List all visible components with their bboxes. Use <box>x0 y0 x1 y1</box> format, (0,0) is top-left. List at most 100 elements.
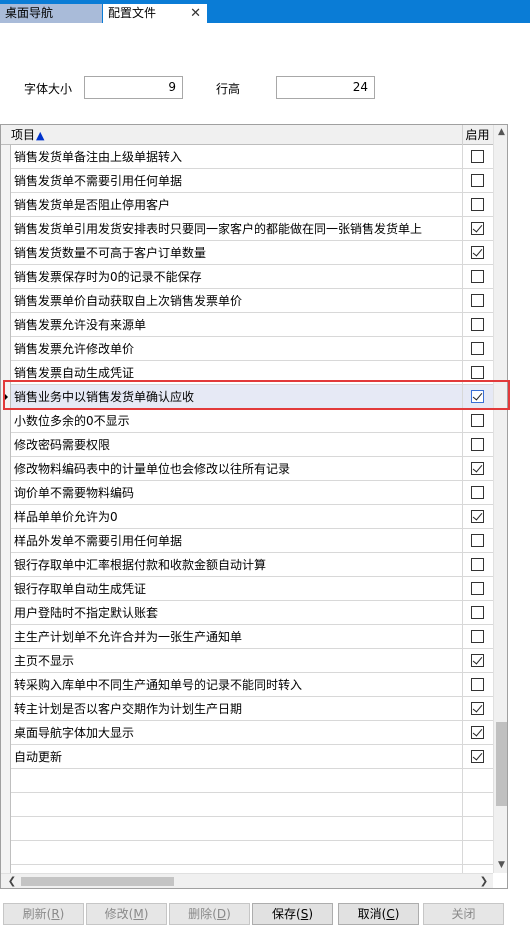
enabled-checkbox[interactable] <box>471 246 484 259</box>
row-indicator[interactable] <box>1 841 11 865</box>
table-row[interactable]: 销售发票单价自动获取自上次销售发票单价 <box>1 289 493 313</box>
enabled-checkbox[interactable] <box>471 438 484 451</box>
row-indicator[interactable] <box>1 529 11 553</box>
row-indicator[interactable] <box>1 625 11 649</box>
enabled-checkbox[interactable] <box>471 174 484 187</box>
column-header-item[interactable]: 项目▲ <box>11 125 44 145</box>
row-indicator[interactable] <box>1 193 11 217</box>
row-indicator[interactable] <box>1 769 11 793</box>
row-indicator[interactable] <box>1 577 11 601</box>
modify-button[interactable]: 修改(M) <box>86 903 167 925</box>
enabled-checkbox[interactable] <box>471 534 484 547</box>
enabled-checkbox[interactable] <box>471 150 484 163</box>
row-indicator[interactable] <box>1 337 11 361</box>
enabled-checkbox[interactable] <box>471 678 484 691</box>
table-row[interactable]: 销售发货单是否阻止停用客户 <box>1 193 493 217</box>
table-row[interactable]: 转采购入库单中不同生产通知单号的记录不能同时转入 <box>1 673 493 697</box>
table-row[interactable]: 修改物料编码表中的计量单位也会修改以往所有记录 <box>1 457 493 481</box>
enabled-checkbox[interactable] <box>471 414 484 427</box>
enabled-checkbox[interactable] <box>471 222 484 235</box>
table-row[interactable]: 销售发货单引用发货安排表时只要同一家客户的都能做在同一张销售发货单上 <box>1 217 493 241</box>
scroll-down-icon[interactable]: ▼ <box>494 858 507 873</box>
enabled-checkbox[interactable] <box>471 558 484 571</box>
save-button[interactable]: 保存(S) <box>252 903 333 925</box>
row-indicator[interactable] <box>1 145 11 169</box>
column-header-enabled[interactable]: 启用 <box>462 125 492 145</box>
table-row[interactable]: 用户登陆时不指定默认账套 <box>1 601 493 625</box>
table-row[interactable]: 询价单不需要物料编码 <box>1 481 493 505</box>
row-indicator[interactable] <box>1 793 11 817</box>
row-indicator[interactable] <box>1 385 11 409</box>
enabled-checkbox[interactable] <box>471 462 484 475</box>
table-row[interactable]: 桌面导航字体加大显示 <box>1 721 493 745</box>
table-row[interactable]: 转主计划是否以客户交期作为计划生产日期 <box>1 697 493 721</box>
enabled-checkbox[interactable] <box>471 606 484 619</box>
horizontal-scroll-thumb[interactable] <box>21 877 174 886</box>
vertical-scrollbar[interactable]: ▲ ▼ <box>493 125 507 873</box>
enabled-checkbox[interactable] <box>471 198 484 211</box>
row-indicator[interactable] <box>1 265 11 289</box>
row-height-input[interactable]: 24 <box>276 76 375 99</box>
row-indicator[interactable] <box>1 601 11 625</box>
row-indicator[interactable] <box>1 505 11 529</box>
table-row[interactable]: 自动更新 <box>1 745 493 769</box>
table-row[interactable]: 小数位多余的0不显示 <box>1 409 493 433</box>
table-row[interactable]: 修改密码需要权限 <box>1 433 493 457</box>
enabled-checkbox[interactable] <box>471 294 484 307</box>
row-indicator[interactable] <box>1 457 11 481</box>
table-row[interactable]: 银行存取单中汇率根据付款和收款金额自动计算 <box>1 553 493 577</box>
font-size-input[interactable]: 9 <box>84 76 183 99</box>
table-row[interactable]: 销售发票允许没有来源单 <box>1 313 493 337</box>
row-indicator[interactable] <box>1 289 11 313</box>
scroll-up-icon[interactable]: ▲ <box>494 125 507 140</box>
table-row[interactable] <box>1 841 493 865</box>
row-indicator[interactable] <box>1 241 11 265</box>
enabled-checkbox[interactable] <box>471 630 484 643</box>
enabled-checkbox[interactable] <box>471 750 484 763</box>
table-row[interactable]: 银行存取单自动生成凭证 <box>1 577 493 601</box>
scroll-left-icon[interactable]: ❮ <box>5 874 19 888</box>
enabled-checkbox[interactable] <box>471 702 484 715</box>
tab-config-file[interactable]: 配置文件 ✕ <box>103 4 207 23</box>
row-indicator[interactable] <box>1 745 11 769</box>
table-row[interactable]: 销售发票自动生成凭证 <box>1 361 493 385</box>
enabled-checkbox[interactable] <box>471 270 484 283</box>
enabled-checkbox[interactable] <box>471 366 484 379</box>
table-row[interactable]: 销售发票允许修改单价 <box>1 337 493 361</box>
row-indicator[interactable] <box>1 649 11 673</box>
table-row[interactable]: 销售发票保存时为0的记录不能保存 <box>1 265 493 289</box>
enabled-checkbox[interactable] <box>471 582 484 595</box>
row-indicator[interactable] <box>1 433 11 457</box>
row-indicator[interactable] <box>1 361 11 385</box>
enabled-checkbox[interactable] <box>471 654 484 667</box>
table-row[interactable]: 主页不显示 <box>1 649 493 673</box>
table-row[interactable]: 主生产计划单不允许合并为一张生产通知单 <box>1 625 493 649</box>
enabled-checkbox[interactable] <box>471 390 484 403</box>
table-row[interactable]: 销售业务中以销售发货单确认应收 <box>1 385 493 409</box>
table-row[interactable] <box>1 769 493 793</box>
enabled-checkbox[interactable] <box>471 510 484 523</box>
close-icon[interactable]: ✕ <box>190 4 201 23</box>
table-row[interactable] <box>1 793 493 817</box>
table-row[interactable]: 样品外发单不需要引用任何单据 <box>1 529 493 553</box>
delete-button[interactable]: 删除(D) <box>169 903 250 925</box>
row-indicator[interactable] <box>1 817 11 841</box>
table-row[interactable] <box>1 817 493 841</box>
table-row[interactable]: 样品单单价允许为0 <box>1 505 493 529</box>
row-indicator[interactable] <box>1 721 11 745</box>
table-row[interactable]: 销售发货单备注由上级单据转入 <box>1 145 493 169</box>
enabled-checkbox[interactable] <box>471 342 484 355</box>
table-row[interactable]: 销售发货数量不可高于客户订单数量 <box>1 241 493 265</box>
tab-desktop-nav[interactable]: 桌面导航 <box>0 4 102 23</box>
horizontal-scrollbar[interactable]: ❮ ❯ <box>1 873 493 888</box>
row-indicator[interactable] <box>1 673 11 697</box>
scroll-right-icon[interactable]: ❯ <box>477 874 491 888</box>
enabled-checkbox[interactable] <box>471 726 484 739</box>
row-indicator[interactable] <box>1 481 11 505</box>
table-row[interactable]: 销售发货单不需要引用任何单据 <box>1 169 493 193</box>
vertical-scroll-thumb[interactable] <box>496 722 507 806</box>
close-button[interactable]: 关闭 <box>423 903 504 925</box>
row-indicator[interactable] <box>1 553 11 577</box>
row-indicator[interactable] <box>1 217 11 241</box>
row-indicator[interactable] <box>1 697 11 721</box>
